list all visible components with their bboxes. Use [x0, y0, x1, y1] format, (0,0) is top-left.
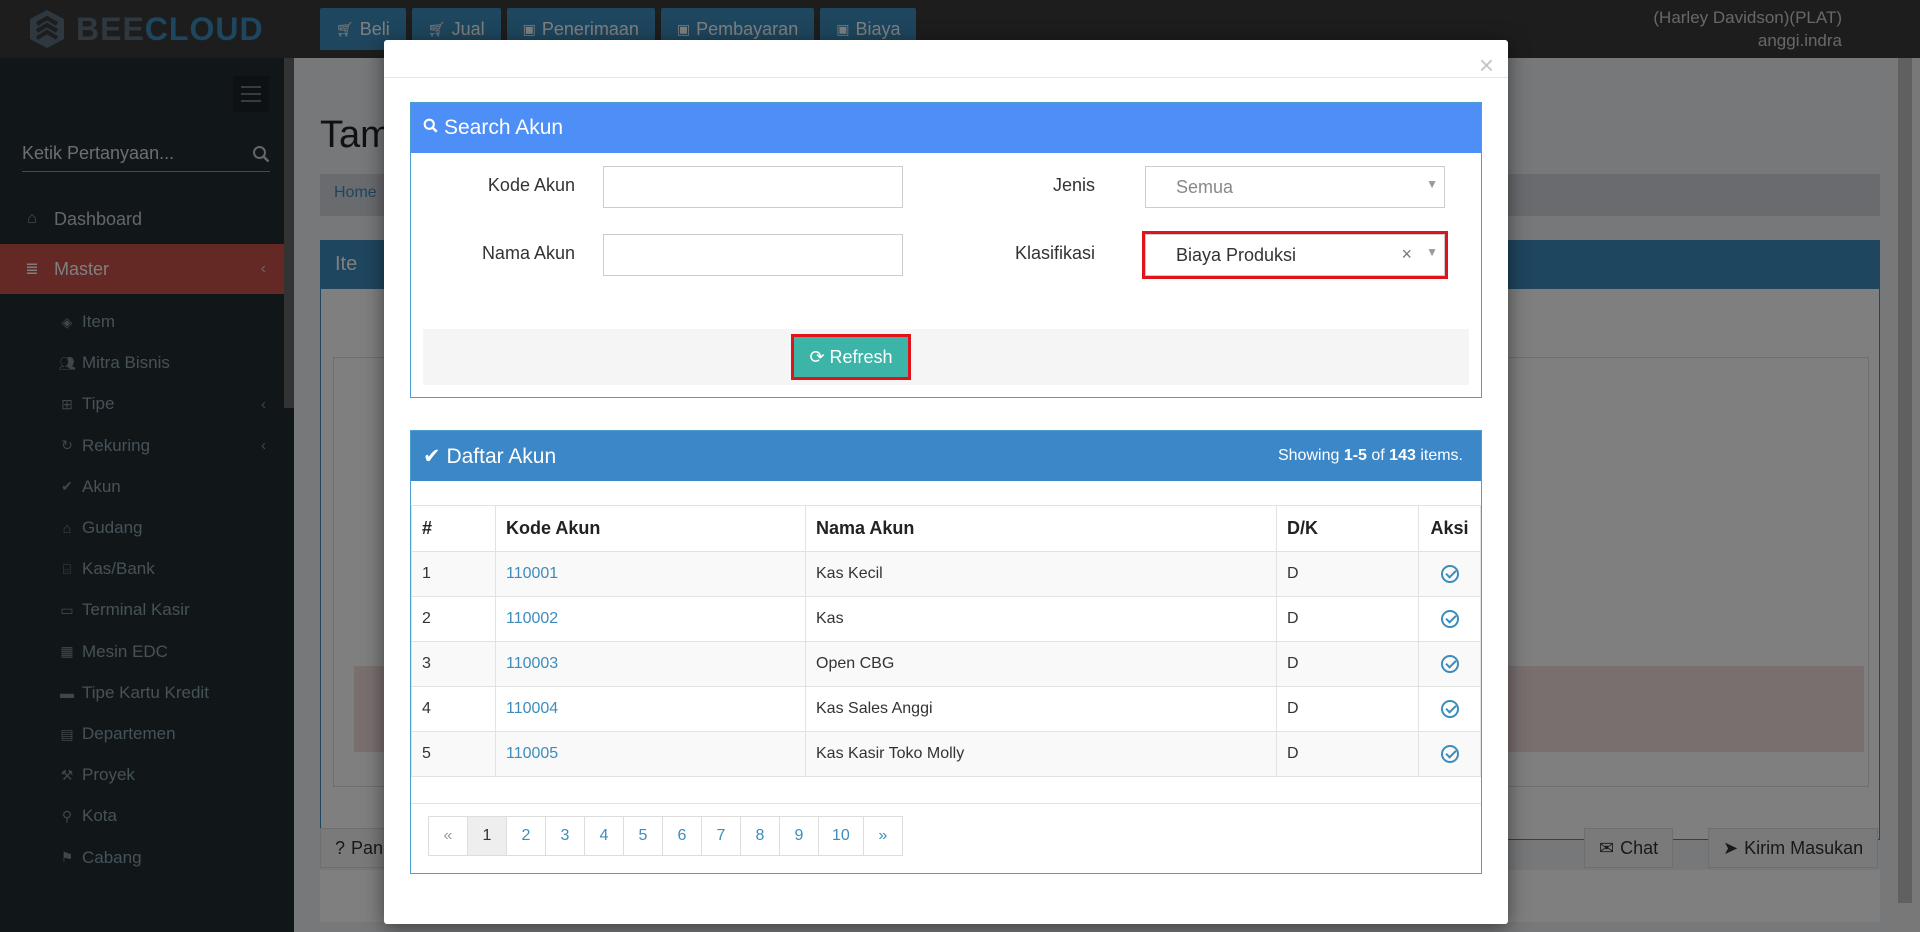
row-number: 4 — [411, 686, 496, 732]
kode-akun-link[interactable]: 110003 — [495, 641, 806, 687]
pagination: «1 2 3 4 5 6 7 8 9 10» — [428, 816, 903, 856]
aksi-cell — [1418, 686, 1481, 732]
page-2-button[interactable]: 2 — [506, 816, 546, 856]
select-check-icon[interactable] — [1440, 654, 1459, 673]
aksi-cell — [1418, 551, 1481, 597]
refresh-button[interactable]: ⟳ Refresh — [791, 334, 911, 380]
pagination-bar: «1 2 3 4 5 6 7 8 9 10» — [411, 803, 1481, 873]
column-header-dk[interactable]: D/K — [1276, 505, 1419, 552]
column-header-nama[interactable]: Nama Akun — [805, 505, 1277, 552]
nama-akun-label: Nama Akun — [481, 243, 575, 263]
nama-akun-cell: Kas — [805, 596, 1277, 642]
kode-akun-label: Kode Akun — [487, 175, 575, 195]
table-row: 5 110005 Kas Kasir Toko Molly D — [411, 731, 1481, 777]
daftar-akun-header: ✔ Daftar Akun Showing 1-5 of 143 items. — [411, 431, 1481, 481]
dk-cell: D — [1276, 596, 1419, 642]
dk-cell: D — [1276, 731, 1419, 777]
kode-akun-link[interactable]: 110005 — [495, 731, 806, 777]
daftar-akun-panel: ✔ Daftar Akun Showing 1-5 of 143 items. … — [410, 430, 1482, 874]
column-header-kode[interactable]: Kode Akun — [495, 505, 806, 552]
row-number: 1 — [411, 551, 496, 597]
table-row: 3 110003 Open CBG D — [411, 641, 1481, 687]
klasifikasi-select[interactable]: Biaya Produksi × ▼ — [1142, 231, 1448, 279]
table-row: 2 110002 Kas D — [411, 596, 1481, 642]
row-number: 2 — [411, 596, 496, 642]
page-prev-button[interactable]: « — [428, 816, 468, 856]
page-6-button[interactable]: 6 — [662, 816, 702, 856]
kode-akun-link[interactable]: 110002 — [495, 596, 806, 642]
refresh-icon: ⟳ — [809, 346, 825, 367]
nama-akun-cell: Kas Kecil — [805, 551, 1277, 597]
page-8-button[interactable]: 8 — [740, 816, 780, 856]
nama-akun-cell: Kas Sales Anggi — [805, 686, 1277, 732]
nama-akun-cell: Kas Kasir Toko Molly — [805, 731, 1277, 777]
kode-akun-link[interactable]: 110004 — [495, 686, 806, 732]
dk-cell: D — [1276, 551, 1419, 597]
column-header-no: # — [411, 505, 496, 552]
select-check-icon[interactable] — [1440, 564, 1459, 583]
page-next-button[interactable]: » — [862, 816, 903, 856]
table-row: 1 110001 Kas Kecil D — [411, 551, 1481, 597]
page-1-button[interactable]: 1 — [467, 816, 507, 856]
akun-table-body: 1 110001 Kas Kecil D 2 110002 Kas D 3 110003 Open … — [411, 551, 1481, 777]
klasifikasi-label: Klasifikasi — [1014, 243, 1095, 263]
search-icon — [423, 118, 438, 138]
nama-akun-cell: Open CBG — [805, 641, 1277, 687]
table-row: 4 110004 Kas Sales Anggi D — [411, 686, 1481, 732]
search-akun-panel: Search Akun Kode Akun Nama Akun Jenis Se… — [410, 102, 1482, 398]
jenis-select[interactable]: Semua ▼ — [1145, 166, 1445, 208]
select-check-icon[interactable] — [1440, 699, 1459, 718]
nama-akun-input[interactable] — [603, 234, 903, 276]
row-number: 3 — [411, 641, 496, 687]
select-check-icon[interactable] — [1440, 609, 1459, 628]
page-9-button[interactable]: 9 — [779, 816, 819, 856]
select-check-icon[interactable] — [1440, 744, 1459, 763]
clear-selection-icon[interactable]: × — [1401, 244, 1412, 265]
page-10-button[interactable]: 10 — [818, 816, 864, 856]
page-3-button[interactable]: 3 — [545, 816, 585, 856]
search-akun-title: Search Akun — [444, 116, 564, 139]
search-akun-modal: × Search Akun Kode Akun Nama Akun Jenis … — [384, 40, 1508, 924]
aksi-cell — [1418, 641, 1481, 687]
page-4-button[interactable]: 4 — [584, 816, 624, 856]
page-5-button[interactable]: 5 — [623, 816, 663, 856]
akun-table: # Kode Akun Nama Akun D/K Aksi 1 110001 Ka… — [411, 505, 1481, 777]
kode-akun-input[interactable] — [603, 166, 903, 208]
caret-down-icon: ▼ — [1426, 245, 1438, 259]
showing-summary: Showing 1-5 of 143 items. — [1277, 447, 1463, 464]
search-akun-header: Search Akun — [411, 103, 1481, 153]
check-icon: ✔ — [423, 444, 447, 468]
row-number: 5 — [411, 731, 496, 777]
page-7-button[interactable]: 7 — [701, 816, 741, 856]
table-header-row: # Kode Akun Nama Akun D/K Aksi — [411, 505, 1481, 552]
jenis-select-value: Semua — [1176, 176, 1234, 197]
modal-header-divider — [384, 77, 1508, 78]
column-header-aksi: Aksi — [1418, 505, 1481, 552]
daftar-akun-title-wrap: ✔ Daftar Akun — [423, 444, 556, 469]
kode-akun-link[interactable]: 110001 — [495, 551, 806, 597]
aksi-cell — [1418, 731, 1481, 777]
dk-cell: D — [1276, 641, 1419, 687]
dk-cell: D — [1276, 686, 1419, 732]
aksi-cell — [1418, 596, 1481, 642]
klasifikasi-select-value: Biaya Produksi — [1176, 244, 1297, 265]
search-actions-bar: ⟳ Refresh — [423, 329, 1469, 385]
jenis-label: Jenis — [1052, 175, 1095, 195]
daftar-akun-title: Daftar Akun — [446, 444, 557, 468]
caret-down-icon: ▼ — [1426, 177, 1438, 191]
